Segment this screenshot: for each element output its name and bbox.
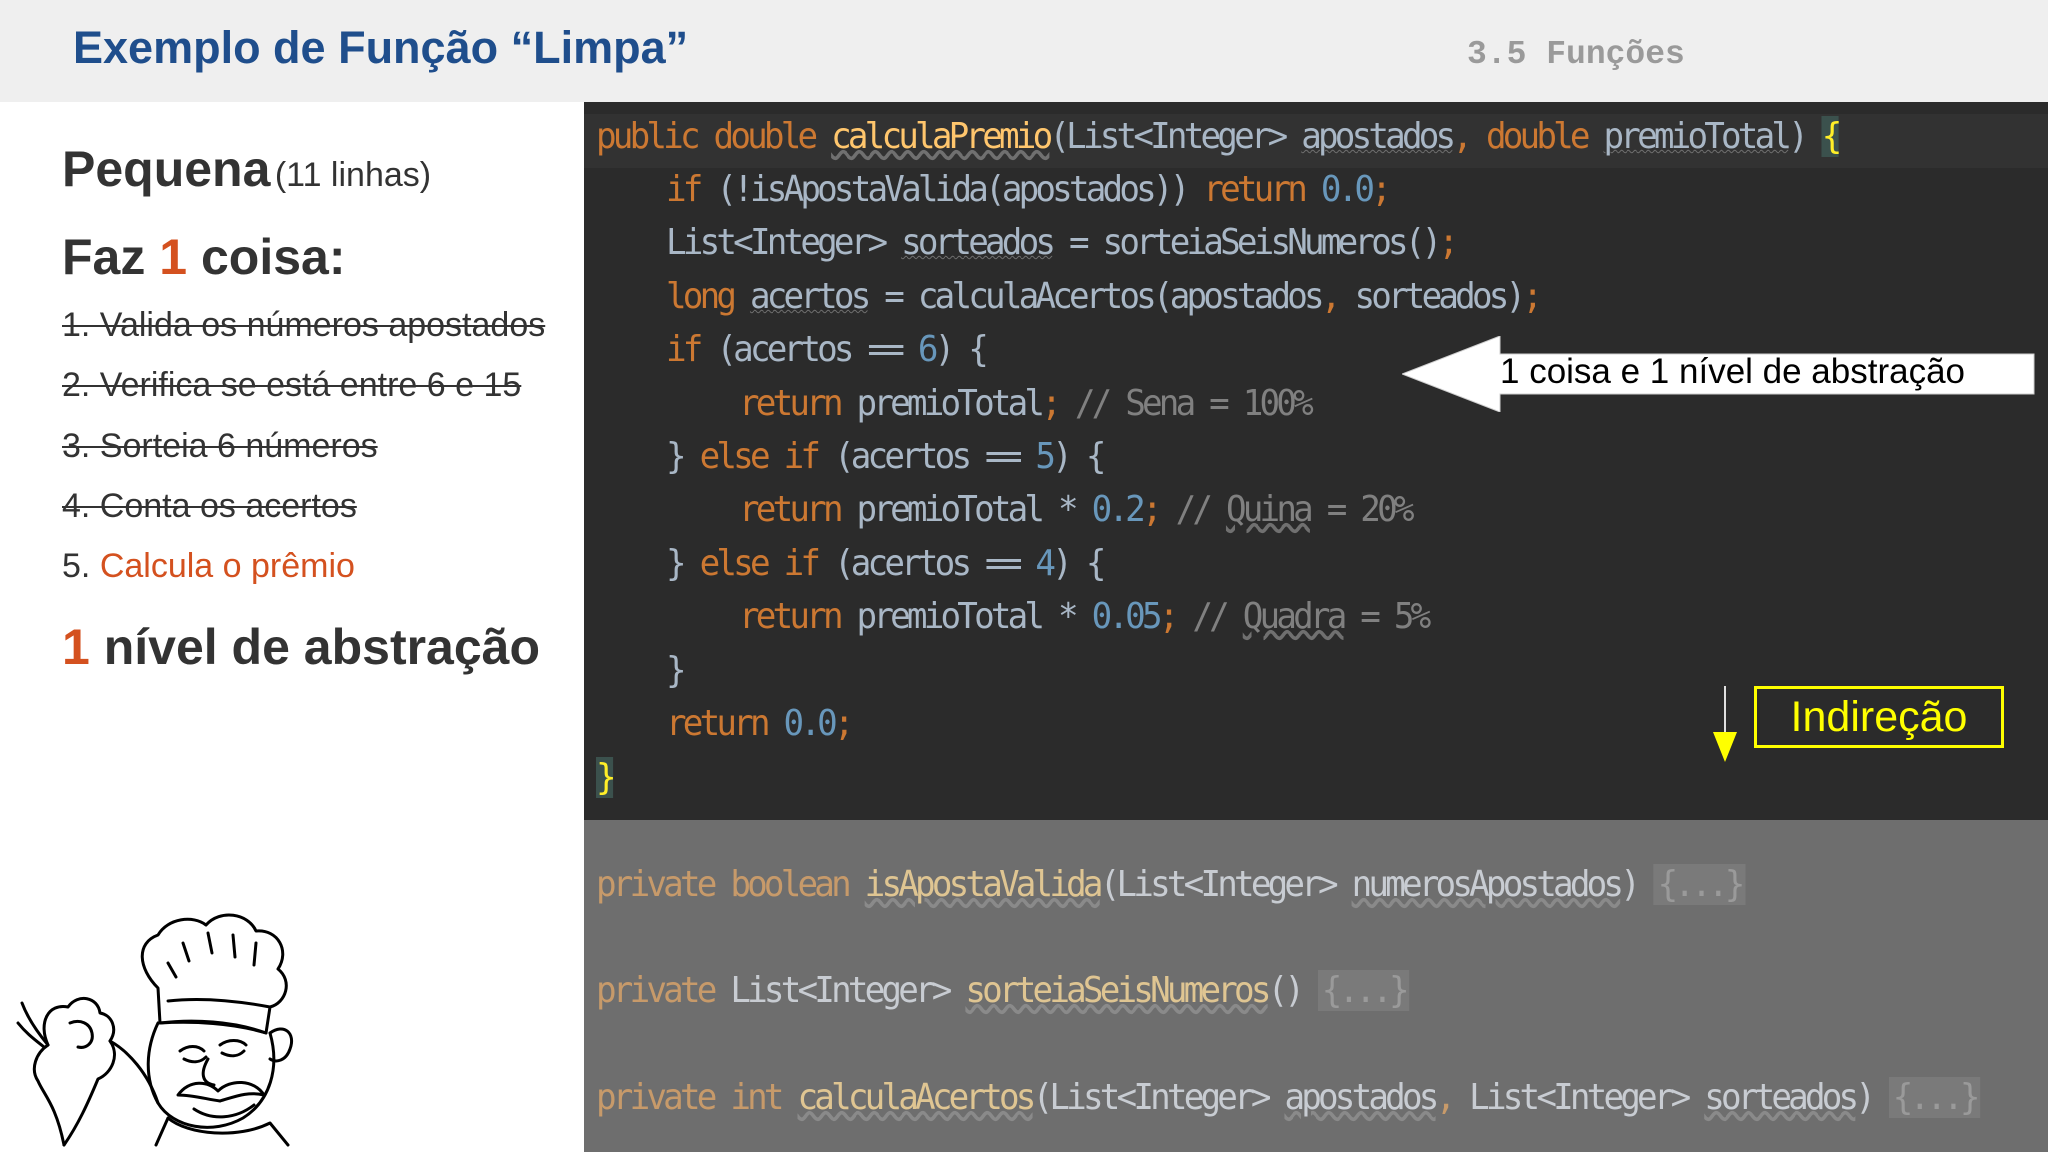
indirecao-label: Indireção <box>1790 693 1968 741</box>
collapsed-methods-panel: private boolean isApostaValida(List<Inte… <box>584 820 2048 1152</box>
code-line-7: } else if (acertos == 5) { <box>666 436 1106 477</box>
faz-number: 1 <box>159 229 188 285</box>
faz-prefix: Faz <box>62 229 146 285</box>
collapsed-method-calculaAcertos[interactable]: private int calculaAcertos(List<Integer>… <box>596 1077 1981 1118</box>
pequena-heading: Pequena (11 linhas) <box>62 140 431 198</box>
code-line-3: List<Integer> sorteados = sorteiaSeisNum… <box>666 222 1459 263</box>
item5-text: Calcula o prêmio <box>99 547 355 585</box>
code-line-5: if (acertos == 6) { <box>666 329 989 370</box>
code-line-1: public double calculaPremio(List<Integer… <box>596 116 1842 157</box>
indirecao-box: Indireção <box>1754 686 2004 748</box>
pequena-label: Pequena <box>62 141 271 197</box>
code-line-13: } <box>596 757 617 798</box>
code-line-12: return 0.0; <box>666 703 854 744</box>
nivel-text: nível de abstração <box>103 619 541 675</box>
slide-title: Exemplo de Função “Limpa” <box>73 22 689 73</box>
nivel-heading: 1 nível de abstração <box>62 618 540 676</box>
code-line-2: if (!isApostaValida(apostados)) return 0… <box>666 169 1392 210</box>
down-arrow-icon <box>1713 686 1737 762</box>
callout-text: 1 coisa e 1 nível de abstração <box>1500 352 1966 391</box>
fold-toggle[interactable]: {...} <box>1318 970 1410 1011</box>
list-item: 2. Verifica se está entre 6 e 15 <box>62 366 522 404</box>
item5-number: 5. <box>62 547 91 585</box>
code-line-9: } else if (acertos == 4) { <box>666 543 1106 584</box>
fold-toggle[interactable]: {...} <box>1653 864 1745 905</box>
slide-header: Exemplo de Função “Limpa” 3.5 Funções <box>0 0 2048 102</box>
list-item: 4. Conta os acertos <box>62 487 357 525</box>
collapsed-method-isApostaValida[interactable]: private boolean isApostaValida(List<Inte… <box>596 864 1745 905</box>
list-item: 1. Valida os números apostados <box>62 306 546 344</box>
section-label: 3.5 Funções <box>1467 36 1685 73</box>
list-item-current: 5. Calcula o prêmio <box>62 547 355 586</box>
list-item: 3. Sorteia 6 números <box>62 427 378 465</box>
code-line-8: return premioTotal * 0.2; // Quina = 20% <box>739 489 1414 530</box>
nivel-number: 1 <box>62 619 90 675</box>
chef-illustration <box>16 913 293 1147</box>
collapsed-method-sorteiaSeisNumeros[interactable]: private List<Integer> sorteiaSeisNumeros… <box>596 970 1410 1011</box>
code-line-4: long acertos = calculaAcertos(apostados,… <box>666 276 1543 317</box>
code-line-10: return premioTotal * 0.05; // Quadra = 5… <box>739 596 1431 637</box>
code-line-6: return premioTotal; // Sena = 100% <box>739 383 1314 424</box>
faz-suffix: coisa: <box>200 229 346 285</box>
faz-heading: Faz 1 coisa: <box>62 228 346 286</box>
fold-toggle[interactable]: {...} <box>1888 1077 1981 1118</box>
code-line-11: } <box>666 650 687 691</box>
pequena-detail: (11 linhas) <box>274 156 432 194</box>
